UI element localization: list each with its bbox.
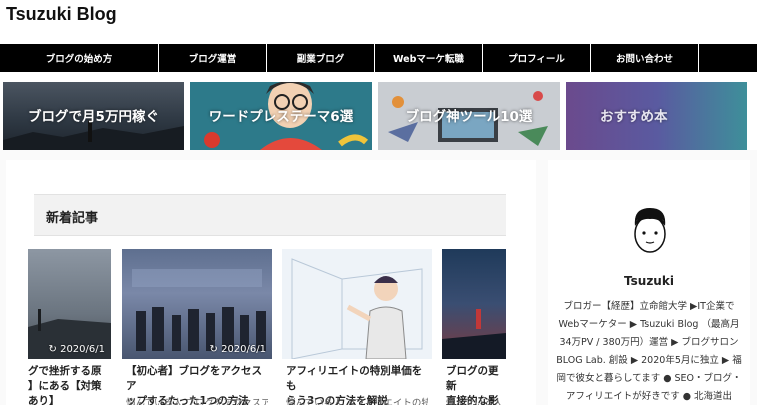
avatar[interactable] bbox=[629, 206, 671, 256]
article-card[interactable]: ↻ 2020/6/1 グで挫折する原 】にある【対策 あり】 bbox=[28, 249, 111, 405]
section-title: 新着記事 bbox=[46, 211, 99, 226]
banner-label: ブログ神ツール10選 bbox=[405, 109, 533, 125]
article-thumbnail bbox=[442, 249, 506, 359]
nav-item-blog-management[interactable]: ブログ運営 bbox=[159, 44, 267, 72]
section-header: 新着記事 bbox=[34, 194, 506, 236]
nav-item-how-to-start[interactable]: ブログの始め方 bbox=[0, 44, 159, 72]
article-thumbnail-image bbox=[28, 309, 111, 359]
banner-blog-tools[interactable]: ブログ神ツール10選 bbox=[378, 82, 560, 150]
profile-sidebar: Tsuzuki ブロガー【経歴】立命館大学 ▶IT企業で Webマーケター ▶ … bbox=[548, 160, 750, 405]
nav-item-profile[interactable]: プロフィール bbox=[483, 44, 591, 72]
article-card[interactable]: アフィリエイトの特別単価をも らう3つの方法を解説 悩んでいる人 アフィリエイト… bbox=[282, 249, 432, 405]
profile-name: Tsuzuki bbox=[624, 274, 674, 288]
nav-item-side-job-blog[interactable]: 副業ブログ bbox=[267, 44, 375, 72]
global-nav: ブログの始め方 ブログ運営 副業ブログ Webマーケ転職 プロフィール お問い合… bbox=[0, 44, 757, 72]
article-date: ↻ 2020/6/1 bbox=[48, 344, 105, 355]
article-title: グで挫折する原 】にある【対策 あり】 bbox=[28, 365, 102, 405]
banner-label: おすすめ本 bbox=[600, 109, 668, 125]
banner-wordpress-themes[interactable]: ワードプレステーマ6選 bbox=[190, 82, 372, 150]
article-date: ↻ 2020/6/1 bbox=[209, 344, 266, 355]
article-thumbnail: ↻ 2020/6/1 bbox=[122, 249, 272, 359]
article-thumbnail-image bbox=[442, 309, 506, 359]
article-excerpt: 悩んでいる人 ブ bbox=[446, 398, 502, 405]
article-thumbnail-image bbox=[291, 258, 423, 359]
banner-label: ブログで月5万円稼ぐ bbox=[28, 109, 159, 125]
banner-label: ワードプレステーマ6選 bbox=[208, 109, 354, 125]
article-card[interactable]: ブログの更新 直接的な影 悩んでいる人 ブ bbox=[442, 249, 506, 405]
nav-item-web-marketing-career[interactable]: Webマーケ転職 bbox=[375, 44, 483, 72]
nav-item-contact[interactable]: お問い合わせ bbox=[591, 44, 699, 72]
article-thumbnail-image bbox=[132, 269, 266, 351]
site-title[interactable]: Tsuzuki Blog bbox=[6, 4, 117, 25]
article-card[interactable]: ↻ 2020/6/1 【初心者】ブログをアクセスア ップするたった1つの方法 悩… bbox=[122, 249, 272, 405]
article-excerpt: 悩んでいる人 ブログをアクセスア bbox=[126, 398, 268, 405]
banner-earn-50k[interactable]: ブログで月5万円稼ぐ bbox=[3, 82, 184, 150]
article-excerpt: 悩んでいる人 アフィリエイトの特 bbox=[286, 398, 428, 405]
article-thumbnail bbox=[282, 249, 432, 359]
banner-recommended-books[interactable]: おすすめ本 bbox=[566, 82, 747, 150]
profile-bio: ブロガー【経歴】立命館大学 ▶IT企業で Webマーケター ▶ Tsuzuki … bbox=[556, 301, 742, 402]
article-thumbnail: ↻ 2020/6/1 bbox=[28, 249, 111, 359]
featured-banners: ブログで月5万円稼ぐ ワードプレステーマ6選 ブログ神ツール10選 おすすめ本 bbox=[0, 82, 757, 150]
